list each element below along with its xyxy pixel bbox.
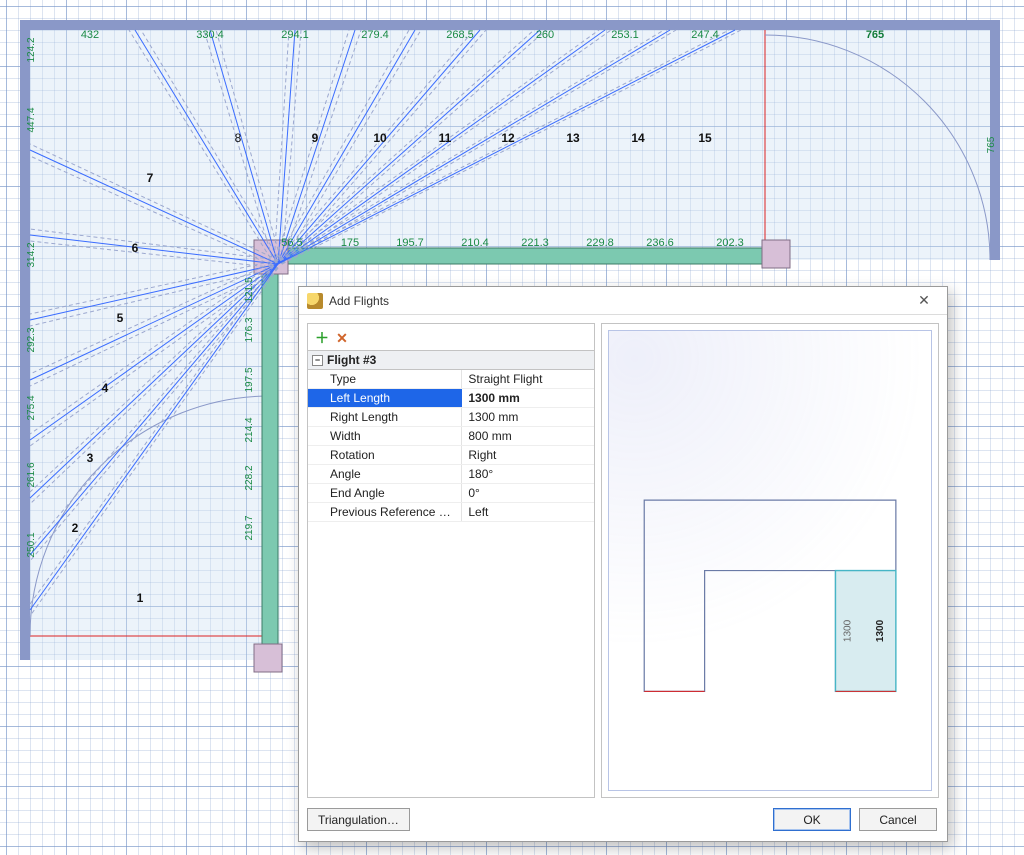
add-flight-icon[interactable]: ＋ [314, 330, 330, 346]
prop-row-angle[interactable]: Angle180° [308, 465, 594, 484]
prop-row-right-length[interactable]: Right Length1300 mm [308, 408, 594, 427]
ok-button[interactable]: OK [773, 808, 851, 831]
prop-row-end-angle[interactable]: End Angle0° [308, 484, 594, 503]
close-button[interactable]: ✕ [907, 290, 941, 312]
flight-header-label: Flight #3 [327, 353, 376, 367]
prop-value[interactable]: Left [462, 503, 594, 521]
preview-panel: 1300 1300 [601, 323, 939, 798]
triangulation-button[interactable]: Triangulation… [307, 808, 410, 831]
stair-icon [307, 293, 323, 309]
dialog-title: Add Flights [329, 294, 389, 308]
preview-left-len: 1300 [842, 619, 853, 642]
prop-key: End Angle [308, 484, 462, 502]
cancel-button[interactable]: Cancel [859, 808, 937, 831]
prop-key: Angle [308, 465, 462, 483]
flight-group-header[interactable]: − Flight #3 [308, 350, 594, 370]
prop-value[interactable]: 1300 mm [462, 389, 594, 407]
property-grid[interactable]: − Flight #3 TypeStraight FlightLeft Leng… [308, 350, 594, 797]
prop-value[interactable]: Right [462, 446, 594, 464]
properties-panel: ＋ ✕ − Flight #3 TypeStraight FlightLeft … [307, 323, 595, 798]
prop-key: Right Length [308, 408, 462, 426]
prop-key: Type [308, 370, 462, 388]
prop-row-width[interactable]: Width800 mm [308, 427, 594, 446]
prop-row-type[interactable]: TypeStraight Flight [308, 370, 594, 389]
prop-key: Width [308, 427, 462, 445]
prop-row-previous-reference-side[interactable]: Previous Reference SideLeft [308, 503, 594, 522]
prop-row-left-length[interactable]: Left Length1300 mm [308, 389, 594, 408]
prop-key: Rotation [308, 446, 462, 464]
remove-flight-icon[interactable]: ✕ [334, 330, 350, 346]
prop-key: Previous Reference Side [308, 503, 462, 521]
prop-value[interactable]: 800 mm [462, 427, 594, 445]
add-flights-dialog: Add Flights ✕ ＋ ✕ − Flight #3 TypeStraig… [298, 286, 948, 842]
prop-row-rotation[interactable]: RotationRight [308, 446, 594, 465]
prop-value[interactable]: Straight Flight [462, 370, 594, 388]
preview-stage: 1300 1300 [608, 330, 932, 791]
preview-right-len: 1300 [875, 619, 886, 642]
prop-value[interactable]: 180° [462, 465, 594, 483]
collapse-icon[interactable]: − [312, 355, 323, 366]
prop-value[interactable]: 0° [462, 484, 594, 502]
prop-key: Left Length [308, 389, 462, 407]
prop-value[interactable]: 1300 mm [462, 408, 594, 426]
dialog-titlebar[interactable]: Add Flights ✕ [299, 287, 947, 315]
